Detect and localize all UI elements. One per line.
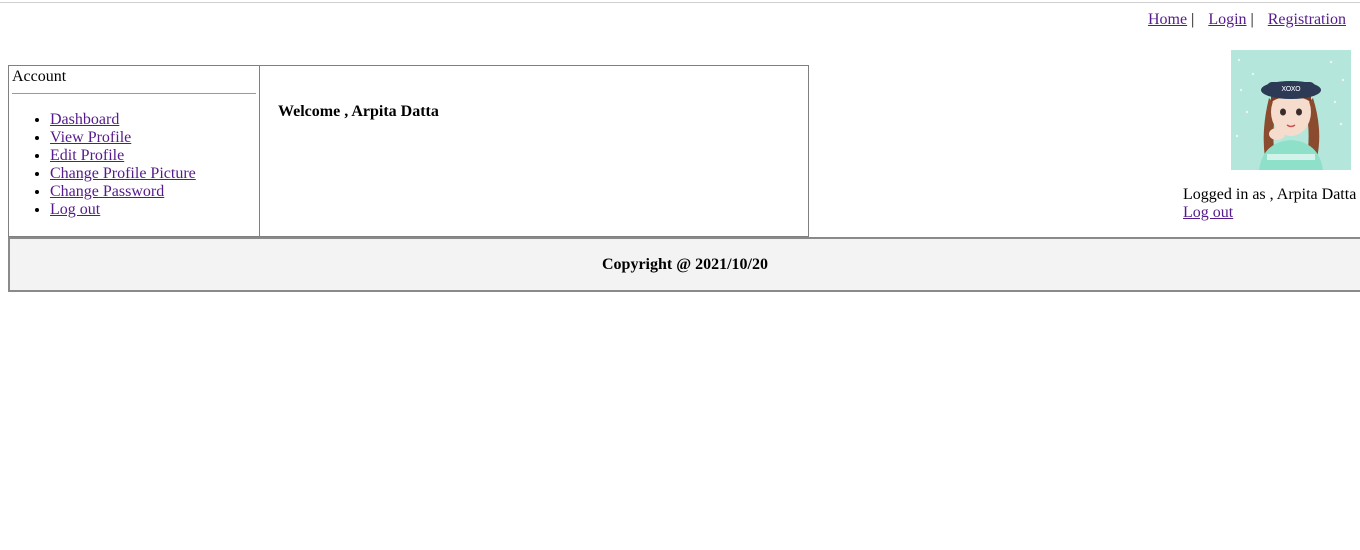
welcome-message: Welcome , Arpita Datta bbox=[278, 103, 439, 120]
edit-profile-link[interactable]: Edit Profile bbox=[50, 147, 124, 164]
avatar-illustration: XOXO bbox=[1231, 50, 1351, 170]
logged-in-text: Logged in as , Arpita Datta bbox=[1183, 186, 1357, 203]
change-password-link[interactable]: Change Password bbox=[50, 183, 164, 200]
footer: Copyright @ 2021/10/20 bbox=[8, 237, 1360, 292]
account-sidebar: Account Dashboard View Profile Edit Prof… bbox=[9, 66, 260, 236]
avatar-icon: XOXO bbox=[1231, 50, 1351, 170]
nav-registration-link[interactable]: Registration bbox=[1268, 11, 1346, 28]
top-divider bbox=[0, 2, 1360, 3]
nav-separator: | bbox=[1191, 11, 1195, 28]
account-divider bbox=[12, 93, 256, 94]
nav-login-link[interactable]: Login bbox=[1208, 11, 1246, 28]
svg-text:XOXO: XOXO bbox=[1281, 85, 1301, 93]
header-logout-link[interactable]: Log out bbox=[1183, 204, 1233, 221]
menu-item-change-password: Change Password bbox=[50, 183, 196, 201]
menu-item-edit-profile: Edit Profile bbox=[50, 147, 196, 165]
nav-home-link[interactable]: Home bbox=[1148, 11, 1187, 28]
dashboard-link[interactable]: Dashboard bbox=[50, 111, 119, 128]
menu-item-view-profile: View Profile bbox=[50, 129, 196, 147]
nav-separator: | bbox=[1250, 11, 1254, 28]
menu-item-log-out: Log out bbox=[50, 201, 196, 219]
top-navigation: Home | Login | Registration bbox=[1148, 11, 1346, 29]
sidebar-logout-link[interactable]: Log out bbox=[50, 201, 100, 218]
change-profile-picture-link[interactable]: Change Profile Picture bbox=[50, 165, 196, 182]
account-panel: Account Dashboard View Profile Edit Prof… bbox=[8, 65, 809, 237]
copyright-text: Copyright @ 2021/10/20 bbox=[602, 256, 768, 273]
menu-item-change-profile-picture: Change Profile Picture bbox=[50, 165, 196, 183]
view-profile-link[interactable]: View Profile bbox=[50, 129, 131, 146]
account-title: Account bbox=[12, 68, 67, 85]
account-menu: Dashboard View Profile Edit Profile Chan… bbox=[9, 111, 196, 219]
logged-in-status: Logged in as , Arpita Datta Log out bbox=[1183, 186, 1356, 222]
menu-item-dashboard: Dashboard bbox=[50, 111, 196, 129]
